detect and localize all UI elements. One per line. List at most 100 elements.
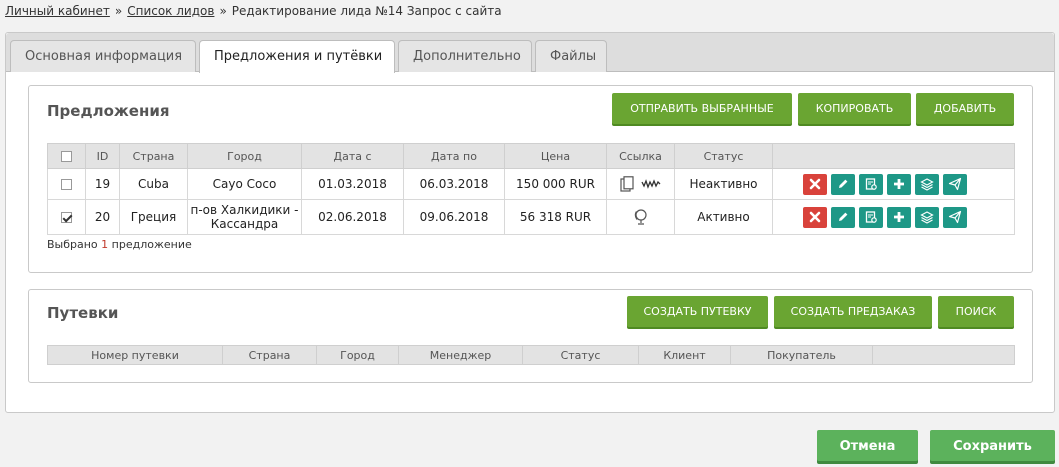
tab-main-info[interactable]: Основная информация [10, 40, 196, 72]
pencil-icon [839, 179, 848, 188]
cell-id: 19 [85, 168, 120, 200]
offers-table: ID Страна Город Дата с Дата по Цена Ссыл… [47, 143, 1015, 235]
column-header-status: Статус [674, 143, 773, 169]
selection-summary: Выбрано 1 предложение [47, 238, 192, 251]
cell-id: 20 [85, 199, 120, 235]
select-all-checkbox[interactable] [61, 151, 72, 162]
vouchers-section: Путевки СОЗДАТЬ ПУТЕВКУ СОЗДАТЬ ПРЕДЗАКА… [28, 289, 1033, 383]
selection-suffix: предложение [111, 238, 192, 251]
column-header-status: Статус [522, 345, 639, 365]
column-header-link: Ссылка [606, 143, 675, 169]
send-selected-button[interactable]: ОТПРАВИТЬ ВЫБРАННЫЕ [612, 93, 792, 124]
delete-offer-button[interactable] [803, 173, 827, 195]
cell-price: 56 318 RUR [504, 199, 607, 235]
offers-title: Предложения [47, 102, 170, 120]
layers-offer-button[interactable] [915, 173, 939, 195]
vouchers-title: Путевки [47, 304, 119, 322]
close-icon [809, 211, 821, 222]
tab-bar: Основная информация Предложения и путёвк… [6, 33, 1054, 73]
row-actions [772, 168, 1015, 200]
search-button[interactable]: ПОИСК [938, 296, 1014, 327]
vouchers-table: Номер путевки Страна Город Менеджер Стат… [47, 345, 1015, 365]
cell-city: п-ов Халкидики - Кассандра [187, 199, 302, 235]
pencil-icon [839, 212, 848, 221]
tab-files[interactable]: Файлы [535, 40, 607, 72]
add-to-offer-button[interactable] [887, 206, 911, 228]
create-voucher-button[interactable]: СОЗДАТЬ ПУТЕВКУ [627, 296, 768, 327]
details-offer-button[interactable] [859, 206, 883, 228]
column-header-manager: Менеджер [398, 345, 523, 365]
table-row: 20 Греция п-ов Халкидики - Кассандра 02.… [47, 199, 1015, 235]
column-header-buyer: Покупатель [730, 345, 873, 365]
lead-edit-panel: Основная информация Предложения и путёвк… [5, 32, 1055, 413]
breadcrumb-current: Редактирование лида №14 Запрос с сайта [231, 4, 502, 18]
column-header-extra [872, 345, 1015, 365]
globe-icon[interactable] [633, 208, 649, 226]
offers-section: Предложения ОТПРАВИТЬ ВЫБРАННЫЕ КОПИРОВА… [28, 85, 1033, 273]
breadcrumb-link-cabinet[interactable]: Личный кабинет [5, 4, 110, 18]
cell-city: Cayo Coco [187, 168, 302, 200]
column-header-actions [772, 143, 1015, 169]
column-header-voucher-number: Номер путевки [47, 345, 223, 365]
column-header-date-to: Дата по [403, 143, 505, 169]
cell-link [606, 168, 675, 200]
column-header-country: Страна [222, 345, 317, 365]
cell-date-to: 09.06.2018 [403, 199, 505, 235]
breadcrumb: Личный кабинет » Список лидов » Редактирован… [5, 4, 502, 18]
cell-country: Cuba [119, 168, 188, 200]
column-header-date-from: Дата с [301, 143, 404, 169]
add-to-offer-button[interactable] [887, 173, 911, 195]
wave-link-icon[interactable] [641, 179, 661, 189]
column-header-country: Страна [119, 143, 188, 169]
selection-prefix: Выбрано [47, 238, 98, 251]
column-header-client: Клиент [638, 345, 731, 365]
cell-date-from: 01.03.2018 [301, 168, 404, 200]
cell-date-from: 02.06.2018 [301, 199, 404, 235]
send-offer-button[interactable] [943, 173, 967, 195]
select-all-cell [47, 143, 86, 169]
cell-link [606, 199, 675, 235]
breadcrumb-separator: » [219, 4, 227, 18]
copy-link-icon[interactable] [619, 176, 634, 192]
plus-icon [894, 178, 904, 189]
row-select-cell [47, 199, 86, 235]
document-gear-icon [865, 210, 877, 223]
column-header-city: Город [187, 143, 302, 169]
column-header-price: Цена [504, 143, 607, 169]
document-gear-icon [865, 177, 877, 190]
plus-icon [894, 211, 904, 222]
cell-country: Греция [119, 199, 188, 235]
close-icon [809, 178, 821, 189]
layers-icon [920, 210, 934, 224]
row-select-cell [47, 168, 86, 200]
save-button[interactable]: Сохранить [930, 430, 1055, 461]
breadcrumb-link-leads[interactable]: Список лидов [127, 4, 214, 18]
cell-status: Неактивно [674, 168, 773, 200]
paper-plane-icon [948, 210, 962, 223]
paper-plane-icon [948, 177, 962, 190]
breadcrumb-separator: » [114, 4, 123, 18]
row-checkbox[interactable] [61, 212, 72, 223]
tab-additional[interactable]: Дополнительно [398, 40, 532, 72]
table-row: 19 Cuba Cayo Coco 01.03.2018 06.03.2018 … [47, 168, 1015, 200]
cell-date-to: 06.03.2018 [403, 168, 505, 200]
add-button[interactable]: ДОБАВИТЬ [916, 93, 1014, 124]
layers-icon [920, 177, 934, 191]
details-offer-button[interactable] [859, 173, 883, 195]
create-preorder-button[interactable]: СОЗДАТЬ ПРЕДЗАКАЗ [774, 296, 932, 327]
edit-offer-button[interactable] [831, 173, 855, 195]
row-actions [772, 199, 1015, 235]
vouchers-header-row: Номер путевки Страна Город Менеджер Стат… [47, 345, 1015, 365]
copy-button[interactable]: КОПИРОВАТЬ [798, 93, 911, 124]
delete-offer-button[interactable] [803, 206, 827, 228]
selection-count: 1 [101, 238, 109, 251]
send-offer-button[interactable] [943, 206, 967, 228]
cell-status: Активно [674, 199, 773, 235]
edit-offer-button[interactable] [831, 206, 855, 228]
offers-header-row: ID Страна Город Дата с Дата по Цена Ссыл… [47, 143, 1015, 169]
column-header-city: Город [316, 345, 399, 365]
layers-offer-button[interactable] [915, 206, 939, 228]
row-checkbox[interactable] [61, 179, 72, 190]
cancel-button[interactable]: Отмена [817, 430, 918, 461]
tab-offers-vouchers[interactable]: Предложения и путёвки [199, 40, 395, 73]
